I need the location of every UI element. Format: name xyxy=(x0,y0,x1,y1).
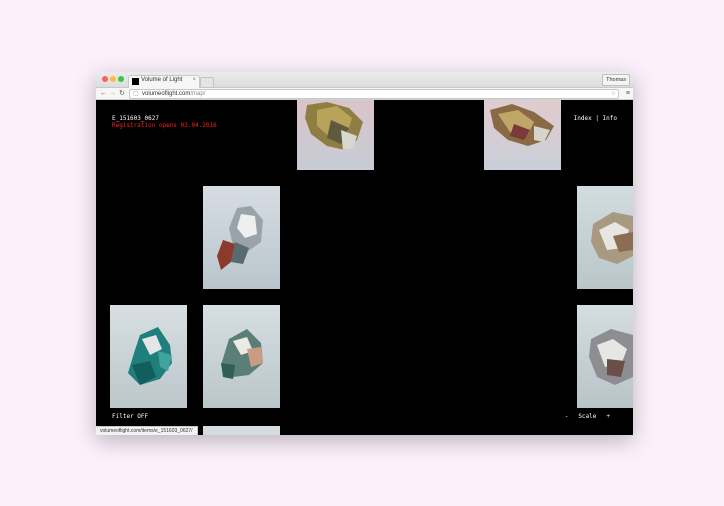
address-bar[interactable]: ▢ volumeoflight.com/map/ ☆ xyxy=(129,89,619,99)
map-canvas[interactable]: E_151603_0627 Registration opens 03.04.2… xyxy=(96,100,633,435)
browser-window: Volume of Light × Thomas ← → ↻ ▢ volumeo… xyxy=(96,72,633,435)
artwork-thumbnail[interactable] xyxy=(297,100,374,170)
url-path: /map/ xyxy=(190,91,206,97)
scale-plus-button[interactable]: + xyxy=(606,413,610,420)
favicon-icon xyxy=(132,78,139,85)
zoom-window-button[interactable] xyxy=(118,76,124,82)
page-icon: ▢ xyxy=(133,91,139,97)
artwork-thumbnail[interactable] xyxy=(577,186,633,289)
artwork-thumbnail[interactable] xyxy=(110,305,187,408)
scale-control: - Scale + xyxy=(560,413,615,420)
artwork-thumbnail[interactable] xyxy=(577,305,633,408)
url-host: volumeoflight.com xyxy=(142,91,191,97)
scale-label: Scale xyxy=(578,413,597,420)
close-window-button[interactable] xyxy=(102,76,108,82)
status-bar-url: volumeoflight.com/items/e_151603_0627/ xyxy=(96,426,198,435)
back-arrow-icon[interactable]: ← xyxy=(100,88,107,99)
title-bar: Volume of Light × Thomas xyxy=(96,72,633,88)
tab-close-icon[interactable]: × xyxy=(192,77,196,83)
artwork-thumbnail[interactable] xyxy=(484,100,561,170)
new-tab-button[interactable] xyxy=(200,77,214,88)
star-icon[interactable]: ☆ xyxy=(611,90,616,98)
url-text[interactable]: volumeoflight.com/map/ xyxy=(142,90,205,98)
filter-toggle[interactable]: Filter OFF xyxy=(112,413,148,420)
minimize-window-button[interactable] xyxy=(110,76,116,82)
forward-arrow-icon[interactable]: → xyxy=(109,88,116,99)
item-id: E_151603_0627 xyxy=(112,115,159,122)
menu-icon[interactable]: ≡ xyxy=(626,88,630,99)
tab-title: Volume of Light xyxy=(141,77,183,83)
profile-button[interactable]: Thomas xyxy=(602,74,630,86)
reload-icon[interactable]: ↻ xyxy=(119,88,125,99)
registration-notice: Registration opens 03.04.2016 xyxy=(112,122,217,129)
artwork-thumbnail[interactable] xyxy=(203,186,280,289)
navigation-bar: ← → ↻ ▢ volumeoflight.com/map/ ☆ ≡ xyxy=(96,88,633,100)
scale-minus-button[interactable]: - xyxy=(565,413,569,420)
artwork-thumbnail[interactable] xyxy=(203,305,280,408)
artwork-thumbnail[interactable] xyxy=(203,426,280,435)
browser-tab[interactable]: Volume of Light × xyxy=(128,75,200,88)
index-info-links[interactable]: Index | Info xyxy=(574,115,617,122)
